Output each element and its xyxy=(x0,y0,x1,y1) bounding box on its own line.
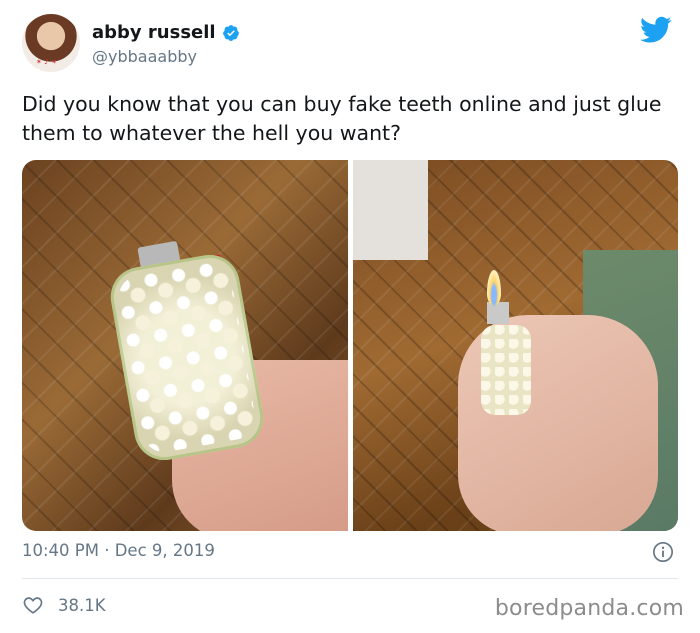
flame-shape xyxy=(486,270,501,306)
tweet-text: Did you know that you can buy fake teeth… xyxy=(22,92,662,145)
tweet-timestamp[interactable]: 10:40 PM · Dec 9, 2019 xyxy=(22,541,215,560)
divider xyxy=(22,578,678,579)
lighter-cap-shape xyxy=(486,302,509,324)
like-count: 38.1K xyxy=(58,595,106,615)
avatar[interactable]: ✶ ♪ ✶ xyxy=(22,14,80,72)
like-action[interactable]: 38.1K xyxy=(22,594,106,616)
info-icon[interactable] xyxy=(652,541,674,563)
tweet-header: ✶ ♪ ✶ abby russell @ybbaaabby xyxy=(22,14,682,76)
twitter-bird-icon[interactable] xyxy=(640,16,672,44)
teeth-lighter-shape xyxy=(480,325,531,415)
photo-lit-lighter[interactable] xyxy=(352,160,678,531)
wall-shape xyxy=(352,160,428,260)
author-handle[interactable]: @ybbaaabby xyxy=(92,47,197,66)
heart-icon[interactable] xyxy=(22,594,44,616)
avatar-shirt-print: ✶ ♪ ✶ xyxy=(36,58,58,66)
teeth-lighter-shape xyxy=(106,250,268,465)
author-name[interactable]: abby russell xyxy=(92,22,216,43)
tweet-media[interactable] xyxy=(22,160,678,531)
photo-teeth-lighter[interactable] xyxy=(22,160,348,531)
verified-badge-icon xyxy=(222,24,239,41)
author-name-row: abby russell xyxy=(92,22,240,43)
watermark: boredpanda.com xyxy=(494,596,684,621)
